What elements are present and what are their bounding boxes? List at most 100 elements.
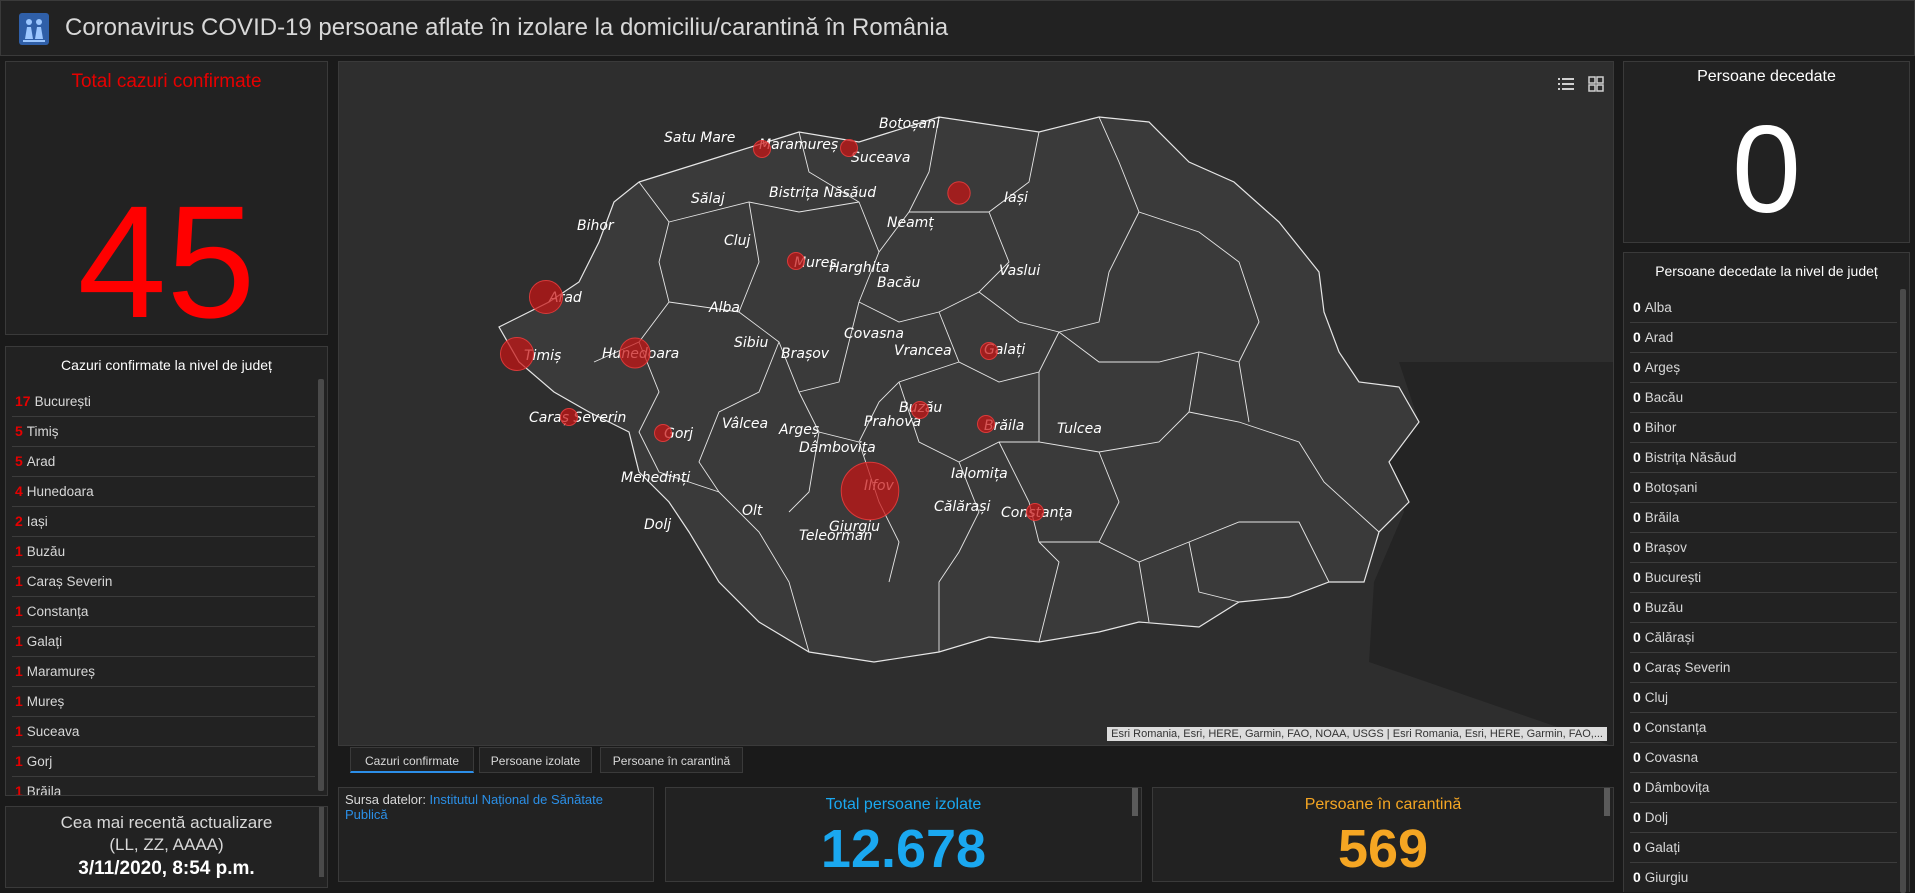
list-item[interactable]: 1 Mureș bbox=[12, 687, 315, 717]
isolated-label: Total persoane izolate bbox=[825, 796, 982, 813]
list-item[interactable]: 17 București bbox=[12, 387, 315, 417]
case-bubble[interactable] bbox=[753, 140, 771, 158]
county-name: Maramureș bbox=[26, 664, 96, 679]
list-item[interactable]: 1 Buzău bbox=[12, 537, 315, 567]
confirmed-by-county-list: Cazuri confirmate la nivel de județ 17 Bu… bbox=[5, 346, 328, 796]
county-count: 0 bbox=[1633, 749, 1641, 765]
case-bubble[interactable] bbox=[619, 337, 651, 369]
list-item[interactable]: 0 Constanța bbox=[1630, 713, 1897, 743]
romania-county-map[interactable]: Satu Mare Maramureș Botoșani Suceava Sălaj Bi… bbox=[339, 62, 1614, 746]
list-item[interactable]: 0 București bbox=[1630, 563, 1897, 593]
county-count: 0 bbox=[1633, 719, 1641, 735]
deceased-list-scrollbar[interactable] bbox=[1900, 289, 1906, 893]
county-name: Galați bbox=[26, 634, 63, 649]
list-item[interactable]: 0 Brăila bbox=[1630, 503, 1897, 533]
list-item[interactable]: 0 Argeș bbox=[1630, 353, 1897, 383]
county-count: 2 bbox=[15, 513, 23, 529]
county-name: Caraș Severin bbox=[26, 574, 113, 589]
county-count: 0 bbox=[1633, 689, 1641, 705]
map-view[interactable]: Satu Mare Maramureș Botoșani Suceava Sălaj Bi… bbox=[338, 61, 1614, 746]
basemap-gallery-button[interactable] bbox=[1583, 72, 1609, 96]
list-item[interactable]: 0 Bihor bbox=[1630, 413, 1897, 443]
list-item[interactable]: 1 Caraș Severin bbox=[12, 567, 315, 597]
list-item[interactable]: 0 Cluj bbox=[1630, 683, 1897, 713]
list-item[interactable]: 1 Brăila bbox=[12, 777, 315, 795]
county-name: București bbox=[34, 394, 91, 409]
list-item[interactable]: 0 Galați bbox=[1630, 833, 1897, 863]
quarantine-scrollbar[interactable] bbox=[1604, 788, 1610, 816]
last-update-label: Cea mai recentă actualizare bbox=[60, 813, 273, 832]
list-item[interactable]: 0 Covasna bbox=[1630, 743, 1897, 773]
county-count: 4 bbox=[15, 483, 23, 499]
county-name: Cluj bbox=[1644, 690, 1669, 705]
total-confirmed-value: 45 bbox=[77, 172, 256, 351]
case-bubble[interactable] bbox=[654, 424, 672, 442]
list-item[interactable]: 0 Alba bbox=[1630, 293, 1897, 323]
last-update-scrollbar[interactable] bbox=[319, 807, 324, 877]
list-item[interactable]: 0 Călărași bbox=[1630, 623, 1897, 653]
list-item[interactable]: 0 Bistrița Năsăud bbox=[1630, 443, 1897, 473]
quarantine-label: Persoane în carantină bbox=[1304, 796, 1462, 813]
map-attribution[interactable]: Esri Romania, Esri, HERE, Garmin, FAO, N… bbox=[1107, 727, 1607, 741]
case-bubble[interactable] bbox=[499, 336, 535, 372]
list-item[interactable]: 5 Arad bbox=[12, 447, 315, 477]
county-name: Buzău bbox=[26, 544, 66, 559]
case-bubble[interactable] bbox=[977, 415, 995, 433]
case-bubble[interactable] bbox=[1026, 503, 1044, 521]
county-name: București bbox=[1644, 570, 1702, 585]
county-count: 5 bbox=[15, 423, 23, 439]
map-label: Mehedinți bbox=[621, 470, 690, 486]
list-item[interactable]: 1 Suceava bbox=[12, 717, 315, 747]
county-name: Bacău bbox=[1644, 390, 1684, 405]
county-name: Hunedoara bbox=[26, 484, 94, 499]
county-name: Dâmbovița bbox=[1644, 780, 1710, 795]
tab-confirmed-cases[interactable]: Cazuri confirmate bbox=[350, 747, 474, 773]
county-count: 1 bbox=[15, 783, 23, 795]
list-item[interactable]: 0 Giurgiu bbox=[1630, 863, 1897, 892]
map-label: Teleorman bbox=[799, 528, 872, 544]
county-count: 0 bbox=[1633, 599, 1641, 615]
county-name: Mureș bbox=[26, 694, 65, 709]
county-name: Brăila bbox=[1644, 510, 1680, 525]
case-bubble[interactable] bbox=[787, 252, 805, 270]
case-bubble[interactable] bbox=[947, 181, 971, 205]
list-item[interactable]: 0 Brașov bbox=[1630, 533, 1897, 563]
list-item[interactable]: 0 Dâmbovița bbox=[1630, 773, 1897, 803]
list-item[interactable]: 4 Hunedoara bbox=[12, 477, 315, 507]
map-label: Iași bbox=[1004, 190, 1028, 206]
case-bubble[interactable] bbox=[840, 461, 900, 521]
list-item[interactable]: 0 Bacău bbox=[1630, 383, 1897, 413]
case-bubble[interactable] bbox=[911, 401, 929, 419]
confirmed-list-scrollbar[interactable] bbox=[318, 379, 324, 791]
county-count: 0 bbox=[1633, 419, 1641, 435]
map-label: Ialomița bbox=[951, 466, 1008, 482]
case-bubble[interactable] bbox=[980, 342, 998, 360]
isolated-card: Total persoane izolate 12.678 bbox=[665, 787, 1142, 882]
isolated-scrollbar[interactable] bbox=[1132, 788, 1138, 816]
list-item[interactable]: 0 Buzău bbox=[1630, 593, 1897, 623]
map-label: Prahova bbox=[864, 414, 921, 430]
legend-list-button[interactable] bbox=[1553, 72, 1579, 96]
tab-quarantine-persons[interactable]: Persoane în carantină bbox=[600, 747, 743, 773]
total-confirmed-card: Total cazuri confirmate 45 bbox=[5, 61, 328, 342]
list-item[interactable]: 2 Iași bbox=[12, 507, 315, 537]
list-item[interactable]: 1 Maramureș bbox=[12, 657, 315, 687]
list-item[interactable]: 0 Caraș Severin bbox=[1630, 653, 1897, 683]
list-item[interactable]: 0 Botoșani bbox=[1630, 473, 1897, 503]
map-label: Neamț bbox=[887, 215, 934, 231]
map-label: Sălaj bbox=[691, 191, 725, 207]
list-item[interactable]: 0 Dolj bbox=[1630, 803, 1897, 833]
case-bubble[interactable] bbox=[560, 408, 578, 426]
total-confirmed-label: Total cazuri confirmate bbox=[71, 71, 262, 92]
county-name: Arad bbox=[26, 454, 56, 469]
county-count: 0 bbox=[1633, 449, 1641, 465]
deceased-label: Persoane decedate bbox=[1697, 68, 1836, 85]
list-item[interactable]: 1 Galați bbox=[12, 627, 315, 657]
list-item[interactable]: 0 Arad bbox=[1630, 323, 1897, 353]
case-bubble[interactable] bbox=[840, 139, 858, 157]
list-item[interactable]: 1 Gorj bbox=[12, 747, 315, 777]
case-bubble[interactable] bbox=[528, 279, 564, 315]
tab-isolated-persons[interactable]: Persoane izolate bbox=[479, 747, 592, 773]
list-item[interactable]: 1 Constanța bbox=[12, 597, 315, 627]
list-item[interactable]: 5 Timiș bbox=[12, 417, 315, 447]
